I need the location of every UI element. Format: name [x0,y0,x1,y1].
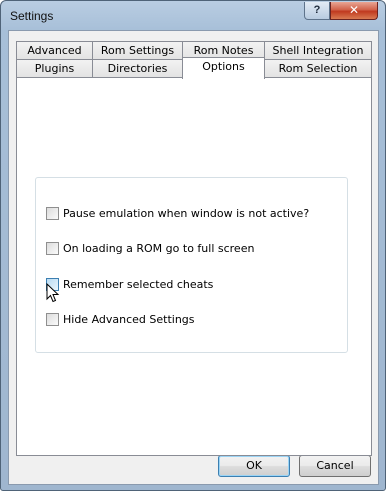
tab-plugins[interactable]: Plugins [16,59,93,78]
cancel-button[interactable]: Cancel [299,455,371,477]
hide-advanced-checkbox[interactable] [46,313,59,326]
help-button[interactable]: ? [304,2,330,20]
tab-options[interactable]: Options [182,57,265,79]
help-icon: ? [313,4,321,16]
close-button[interactable]: ✕ [330,2,378,20]
options-tab-panel: Pause emulation when window is not activ… [16,77,372,456]
option-hide-advanced[interactable]: Hide Advanced Settings [46,312,336,328]
tab-shell-integration[interactable]: Shell Integration [264,41,372,60]
tab-rom-selection[interactable]: Rom Selection [264,59,372,78]
remember-cheats-label: Remember selected cheats [63,278,214,291]
dialog-client-area: Advanced Rom Settings Rom Notes Shell In… [8,30,379,485]
tab-rom-settings[interactable]: Rom Settings [92,41,183,60]
settings-window: Settings ? ✕ Advanced Rom Settings Rom N… [0,0,386,491]
tab-directories[interactable]: Directories [92,59,183,78]
options-group: Pause emulation when window is not activ… [35,177,348,353]
option-pause-emulation[interactable]: Pause emulation when window is not activ… [46,206,336,222]
hide-advanced-label: Hide Advanced Settings [63,313,195,326]
full-screen-label: On loading a ROM go to full screen [63,242,255,255]
close-icon: ✕ [348,3,360,17]
option-remember-cheats[interactable]: Remember selected cheats [46,277,336,293]
pause-emulation-label: Pause emulation when window is not activ… [63,207,310,220]
tab-advanced[interactable]: Advanced [16,41,93,60]
mouse-pointer-icon [46,283,60,303]
ok-button[interactable]: OK [218,455,290,477]
pause-emulation-checkbox[interactable] [46,207,59,220]
full-screen-checkbox[interactable] [46,242,59,255]
window-title: Settings [10,9,54,23]
title-bar[interactable]: Settings ? ✕ [1,1,385,31]
option-full-screen[interactable]: On loading a ROM go to full screen [46,241,336,257]
